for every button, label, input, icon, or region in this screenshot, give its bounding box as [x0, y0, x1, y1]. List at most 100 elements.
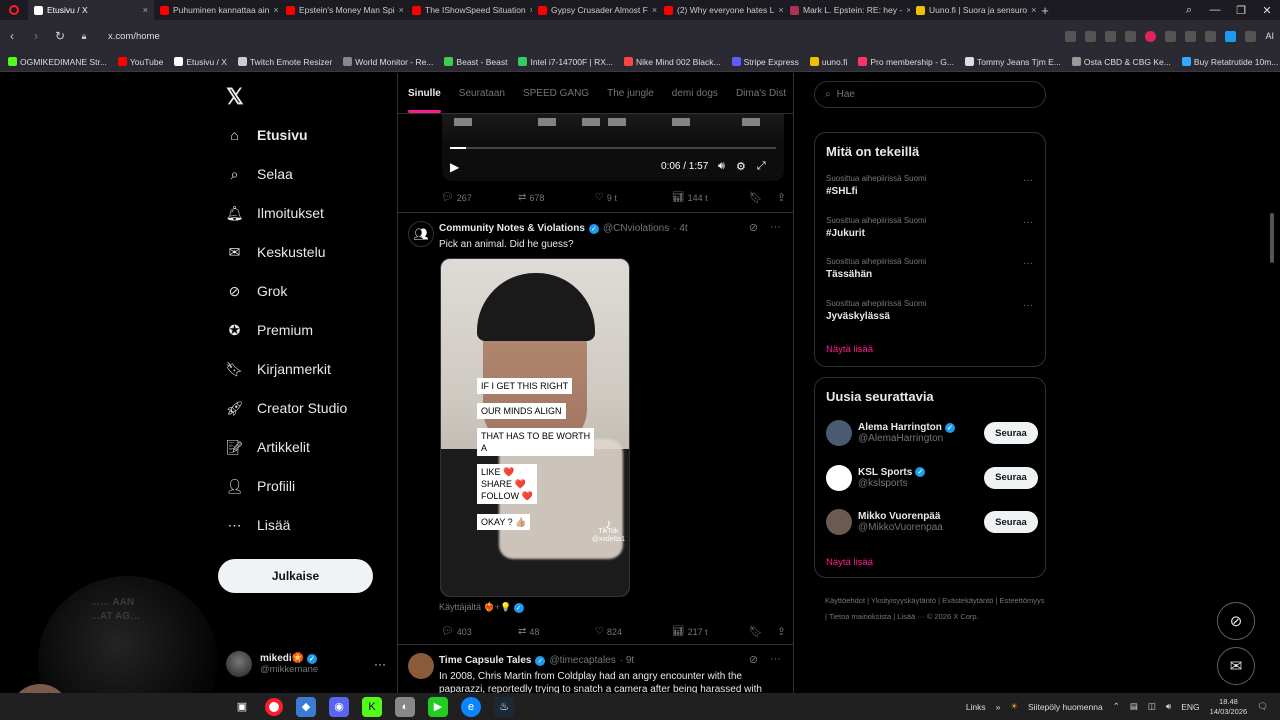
bookmark-item[interactable]: Stripe Express	[731, 57, 799, 67]
bookmark-item[interactable]: YouTube	[117, 57, 163, 67]
reply-button[interactable]: 💬︎ 403	[441, 626, 518, 637]
heart-icon[interactable]	[1145, 30, 1157, 42]
tab-close-icon[interactable]: ×	[143, 5, 148, 15]
tweet-time[interactable]: · 9t	[620, 655, 634, 666]
bookmark-icon[interactable]: 🔖︎	[749, 625, 763, 638]
more-options-icon[interactable]: ···	[1023, 217, 1033, 228]
tweet-time[interactable]: · 4t	[673, 223, 687, 234]
tab-close-icon[interactable]: ×	[273, 5, 278, 15]
bookmark-icon[interactable]: 🔖︎	[749, 191, 763, 204]
chevron-icon[interactable]: »	[996, 702, 1001, 712]
more-options-icon[interactable]: ···	[374, 657, 386, 671]
feed-tab[interactable]: SPEED GANG	[523, 88, 589, 99]
feed-tab[interactable]: Dima's Dist	[736, 88, 786, 99]
nav-item-article[interactable]: 📝︎ Artikkelit	[226, 435, 310, 459]
follow-suggestion[interactable]: KSL Sports ✓ @kslsports Seuraa	[826, 461, 1038, 495]
more-options-icon[interactable]: ···	[1023, 300, 1033, 311]
maximize-button[interactable]: ❐	[1228, 4, 1254, 17]
network-icon[interactable]: ◫	[1148, 701, 1156, 712]
edge-icon[interactable]: e	[461, 696, 481, 717]
browser-tab[interactable]: Uuno.fi | Suora ja sensuro ×	[910, 0, 1036, 20]
like-button[interactable]: ♡ 824	[595, 626, 672, 637]
weather-text[interactable]: Siitepöly huomenna	[1028, 702, 1103, 712]
more-options-icon[interactable]: ···	[1023, 175, 1033, 186]
tray-up-icon[interactable]: ⌃	[1113, 701, 1120, 712]
forward-icon[interactable]: ›	[30, 29, 42, 43]
footer-links[interactable]: Käyttöehdot | Yksityisyyskäytäntö | Eväs…	[825, 593, 1045, 625]
browser-tab[interactable]: (2) Why everyone hates L ×	[658, 0, 784, 20]
extension-icon[interactable]	[1245, 30, 1257, 42]
play-icon[interactable]: ▶	[450, 160, 459, 174]
tab-close-icon[interactable]: ×	[652, 5, 657, 15]
extension-icon[interactable]	[1205, 30, 1217, 42]
tweet-author-handle[interactable]: @CNviolations	[603, 223, 669, 234]
volume-icon[interactable]: 🔊︎	[718, 160, 725, 173]
close-window-button[interactable]: ✕	[1254, 4, 1280, 17]
like-button[interactable]: ♡ 9 t	[595, 192, 672, 203]
bookmark-item[interactable]: Beast - Beast	[444, 57, 507, 67]
tab-close-icon[interactable]: ×	[778, 5, 783, 15]
x-logo-icon[interactable]: 𝕏	[226, 84, 244, 110]
follow-button[interactable]: Seuraa	[984, 466, 1038, 489]
tweet-author-name[interactable]: Community Notes & Violations	[439, 223, 585, 234]
follow-suggestion[interactable]: Mikko Vuorenpää @MikkoVuorenpaa Seuraa	[826, 505, 1038, 539]
nav-item-home[interactable]: ⌂ Etusivu	[226, 123, 307, 147]
extension-icon[interactable]	[1105, 30, 1117, 42]
share-icon[interactable]: ⇪	[777, 191, 786, 204]
repost-button[interactable]: ⇄ 48	[518, 626, 595, 637]
browser-tab[interactable]: Gypsy Crusader Almost F ×	[532, 0, 658, 20]
new-tab-button[interactable]: +	[1036, 3, 1054, 18]
more-options-icon[interactable]: ···	[1023, 258, 1033, 269]
bookmark-item[interactable]: Osta CBD & CBG Ke...	[1071, 57, 1171, 67]
url-field[interactable]: x.com/home	[108, 31, 160, 42]
tweet-author-name[interactable]: Time Capsule Tales	[439, 655, 531, 666]
nav-item-rocket[interactable]: 🚀︎ Creator Studio	[226, 396, 348, 420]
bookmark-item[interactable]: Pro membership - G...	[858, 57, 954, 67]
nav-item-mail[interactable]: ✉ Keskustelu	[226, 240, 326, 264]
tray-icon[interactable]: ▤	[1130, 701, 1138, 712]
back-icon[interactable]: ‹	[6, 29, 18, 43]
bookmark-item[interactable]: Twitch Emote Resizer	[237, 57, 332, 67]
bookmark-item[interactable]: Intel i7-14700F | RX...	[518, 57, 613, 67]
nav-item-profile[interactable]: 👤︎ Profiili	[226, 474, 296, 498]
grok-floating-button[interactable]: ⊘	[1217, 602, 1255, 640]
nav-item-grok[interactable]: ⊘ Grok	[226, 279, 288, 303]
follow-button[interactable]: Seuraa	[984, 511, 1038, 533]
browser-tab[interactable]: The IShowSpeed Situation×	[406, 0, 532, 20]
nav-item-bell[interactable]: 🔔︎ Ilmoitukset	[226, 201, 324, 225]
tweet-author-handle[interactable]: @timecaptales	[549, 655, 615, 666]
feed-tab[interactable]: demi dogs	[672, 88, 718, 99]
post-button[interactable]: Julkaise	[218, 559, 373, 593]
repost-button[interactable]: ⇄ 678	[518, 192, 595, 203]
views-button[interactable]: 📊︎ 217 t	[672, 626, 749, 637]
menu-icon[interactable]	[1185, 30, 1197, 42]
steam-icon[interactable]: ♨	[494, 696, 514, 717]
extension-icon[interactable]	[1085, 30, 1097, 42]
search-input[interactable]: ⌕ Hae	[814, 81, 1046, 108]
browser-tab[interactable]: Etusivu / X ×	[28, 0, 154, 20]
app-icon[interactable]: ◐	[395, 696, 415, 717]
fullscreen-icon[interactable]: ⤢	[757, 160, 766, 173]
avatar[interactable]	[826, 464, 852, 491]
notifications-icon[interactable]: 🗨︎	[1257, 701, 1268, 712]
nav-item-search[interactable]: ⌕ Selaa	[226, 162, 293, 186]
follow-suggestion[interactable]: Alema Harrington ✓ @AlemaHarrington Seuraa	[826, 416, 1038, 450]
more-options-icon[interactable]: ···	[770, 653, 781, 666]
discord-icon[interactable]: ◉	[329, 696, 349, 717]
search-tabs-icon[interactable]: ⌕	[1176, 4, 1202, 17]
show-more-link[interactable]: Näytä lisää	[826, 344, 873, 355]
follow-button[interactable]: Seuraa	[984, 422, 1038, 444]
browser-tab[interactable]: Puhuminen kannattaa ain ×	[154, 0, 280, 20]
browser-tab[interactable]: Epstein's Money Man Spi ×	[280, 0, 406, 20]
grok-icon[interactable]: ⊘	[749, 221, 758, 234]
nav-item-premium[interactable]: ✪ Premium	[226, 318, 313, 342]
bookmark-item[interactable]: World Monitor - Re...	[343, 57, 433, 67]
avatar[interactable]	[826, 509, 852, 535]
more-options-icon[interactable]: ···	[770, 221, 781, 234]
video-progress-bar[interactable]	[450, 147, 776, 149]
bookmark-item[interactable]: Tommy Jeans Tjm E...	[964, 57, 1061, 67]
volume-icon[interactable]: 🔊︎	[1166, 701, 1171, 712]
kick-icon[interactable]: K	[362, 696, 382, 717]
nav-item-bookmark[interactable]: 🔖︎ Kirjanmerkit	[226, 357, 331, 381]
language-indicator[interactable]: ENG	[1181, 702, 1199, 712]
